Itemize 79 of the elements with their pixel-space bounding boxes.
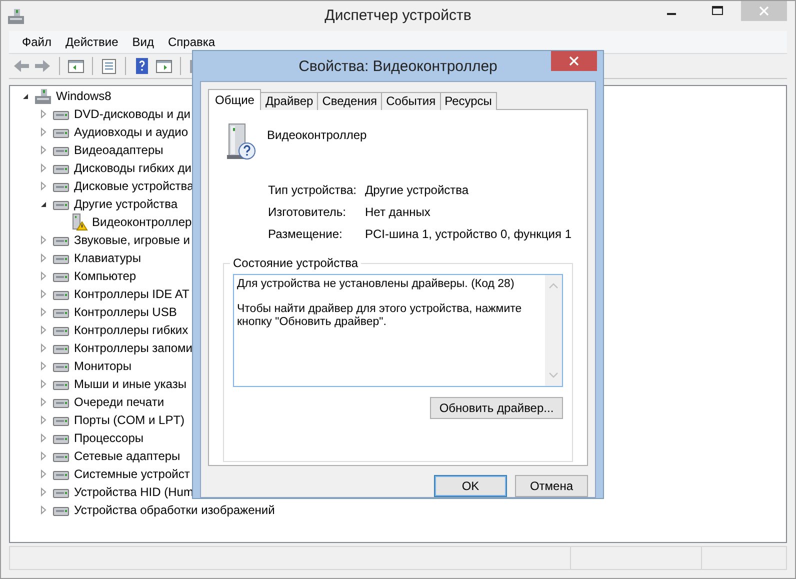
property-label: Размещение:	[268, 228, 344, 241]
tree-item[interactable]: Клавиатуры	[74, 251, 141, 265]
expand-arrow-icon[interactable]	[38, 307, 48, 317]
forward-arrow-icon[interactable]	[34, 57, 52, 75]
expand-arrow-icon[interactable]	[38, 469, 48, 479]
expand-arrow-icon[interactable]	[38, 271, 48, 281]
tab[interactable]: Ресурсы	[440, 92, 497, 110]
tab[interactable]: Драйвер	[260, 92, 318, 110]
tree-item[interactable]: Мониторы	[74, 359, 132, 373]
tree-item[interactable]: Очереди печати	[74, 395, 164, 409]
expand-arrow-icon[interactable]	[38, 163, 48, 173]
tree-item[interactable]: Мыши и иные указы	[74, 377, 186, 391]
tree-item[interactable]: Контроллеры IDE AT	[74, 287, 190, 301]
property-label: Тип устройства:	[268, 184, 358, 197]
tree-item[interactable]: Контроллеры запоми	[74, 341, 192, 355]
menu-item[interactable]: Действие	[60, 35, 124, 49]
group-title: Состояние устройства	[230, 256, 362, 270]
expand-arrow-icon[interactable]	[38, 361, 48, 371]
expand-arrow-icon[interactable]	[38, 289, 48, 299]
tree-item[interactable]: Контроллеры гибких	[74, 323, 188, 337]
expand-arrow-icon[interactable]	[38, 451, 48, 461]
tree-item[interactable]: Другие устройства	[74, 197, 178, 211]
window-panel-icon[interactable]	[155, 57, 173, 75]
menu-item[interactable]: Справка	[163, 35, 220, 49]
expand-arrow-icon[interactable]	[38, 487, 48, 497]
tree-item[interactable]: Windows8	[56, 89, 112, 103]
expand-arrow-icon[interactable]	[38, 433, 48, 443]
status-text-box[interactable]: Для устройства не установлены драйверы. (Код 28) Чтобы найти драйвер для этого устройства, нажмите кнопку "Обновить драйвер".	[233, 274, 563, 387]
properties-icon[interactable]	[100, 57, 118, 75]
tree-item[interactable]: Дисковые устройства	[74, 179, 194, 193]
app-icon	[7, 7, 25, 25]
expand-arrow-icon[interactable]	[38, 145, 48, 155]
help-icon[interactable]	[133, 57, 151, 75]
dialog-title: Свойства: Видеоконтроллер	[298, 57, 498, 75]
device-name: Видеоконтроллер	[267, 128, 367, 142]
expand-arrow-icon[interactable]	[38, 397, 48, 407]
tree-item[interactable]: Дисководы гибких ди	[74, 161, 192, 175]
tree-item[interactable]: Видеоадаптеры	[74, 143, 164, 157]
tree-item[interactable]: Видеоконтроллер	[92, 215, 192, 229]
tree-item[interactable]: Устройства HID (Hum	[74, 485, 194, 499]
expand-arrow-icon[interactable]	[38, 253, 48, 263]
property-label: Изготовитель:	[268, 206, 347, 219]
menu-item[interactable]: Вид	[127, 35, 159, 49]
update-driver-button[interactable]: Обновить драйвер...	[430, 397, 563, 419]
expand-arrow-icon[interactable]	[38, 109, 48, 119]
expand-arrow-icon[interactable]	[38, 379, 48, 389]
tree-item[interactable]: Системные устройст	[74, 467, 190, 481]
tree-item[interactable]: Компьютер	[74, 269, 136, 283]
tree-item[interactable]: Аудиовходы и аудио	[74, 125, 188, 139]
property-value: Нет данных	[365, 206, 432, 219]
status-message: Для устройства не установлены драйверы. (Код 28)	[237, 278, 516, 291]
tab[interactable]: Общие	[208, 89, 262, 110]
tree-item[interactable]: Устройства обработки изображений	[74, 503, 275, 517]
tab[interactable]: Сведения	[317, 92, 382, 110]
tab[interactable]: События	[381, 92, 441, 110]
expand-arrow-icon[interactable]	[38, 127, 48, 137]
expand-arrow-icon[interactable]	[38, 505, 48, 515]
window-panel-icon[interactable]	[67, 57, 85, 75]
expand-arrow-icon[interactable]	[38, 325, 48, 335]
close-button[interactable]	[551, 51, 597, 71]
expand-arrow-icon[interactable]	[38, 235, 48, 245]
property-value: Другие устройства	[365, 184, 470, 197]
expand-arrow-icon[interactable]	[38, 343, 48, 353]
property-value: PCI-шина 1, устройство 0, функция 1	[365, 228, 572, 241]
dialog-button[interactable]: OK	[434, 475, 507, 497]
tree-item[interactable]: Сетевые адаптеры	[74, 449, 180, 463]
tree-item[interactable]: Контроллеры USB	[74, 305, 177, 319]
tree-item[interactable]: Порты (COM и LPT)	[74, 413, 185, 427]
expand-arrow-icon[interactable]	[38, 181, 48, 191]
status-message: Чтобы найти драйвер для этого устройства, нажмите кнопку "Обновить драйвер".	[237, 303, 523, 329]
tree-item[interactable]: Звуковые, игровые и	[74, 233, 190, 247]
tree-item[interactable]: DVD-дисководы и ди	[74, 107, 190, 121]
menu-item[interactable]: Файл	[17, 35, 57, 49]
expand-arrow-icon[interactable]	[38, 415, 48, 425]
dialog-button[interactable]: Отмена	[515, 475, 588, 497]
back-arrow-icon[interactable]	[12, 57, 30, 75]
window-title: Диспетчер устройств	[324, 7, 472, 24]
tree-item[interactable]: Процессоры	[74, 431, 144, 445]
scrollbar[interactable]	[545, 275, 562, 386]
